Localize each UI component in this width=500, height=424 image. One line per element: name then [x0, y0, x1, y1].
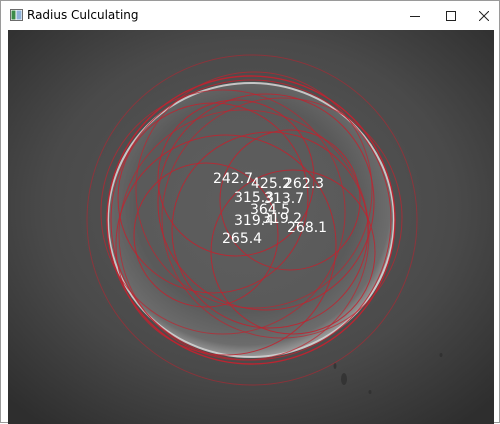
- radius-label: 265.4: [222, 231, 262, 247]
- radius-label: 242.7: [213, 171, 253, 187]
- maximize-button[interactable]: [433, 1, 469, 30]
- minimize-button[interactable]: [397, 1, 433, 30]
- image-window-icon: [10, 9, 23, 21]
- minimize-icon: [410, 15, 420, 17]
- radius-label: 262.3: [284, 176, 324, 192]
- image-canvas[interactable]: 242.7 425.2 262.3 315.3 313.7 364.5 319.4 319.2…: [8, 30, 494, 424]
- close-button[interactable]: [469, 1, 499, 30]
- radius-label: 268.1: [287, 220, 327, 236]
- app-window: Radius Culculating 242.7 425.2 262.3 315…: [0, 0, 500, 424]
- camera-image: 242.7425.2262.3315.3313.7364.5319.4319.2…: [8, 30, 494, 424]
- maximize-icon: [446, 10, 456, 21]
- window-title: Radius Culculating: [27, 8, 139, 22]
- title-bar[interactable]: Radius Culculating: [1, 1, 499, 30]
- close-icon: [479, 10, 489, 21]
